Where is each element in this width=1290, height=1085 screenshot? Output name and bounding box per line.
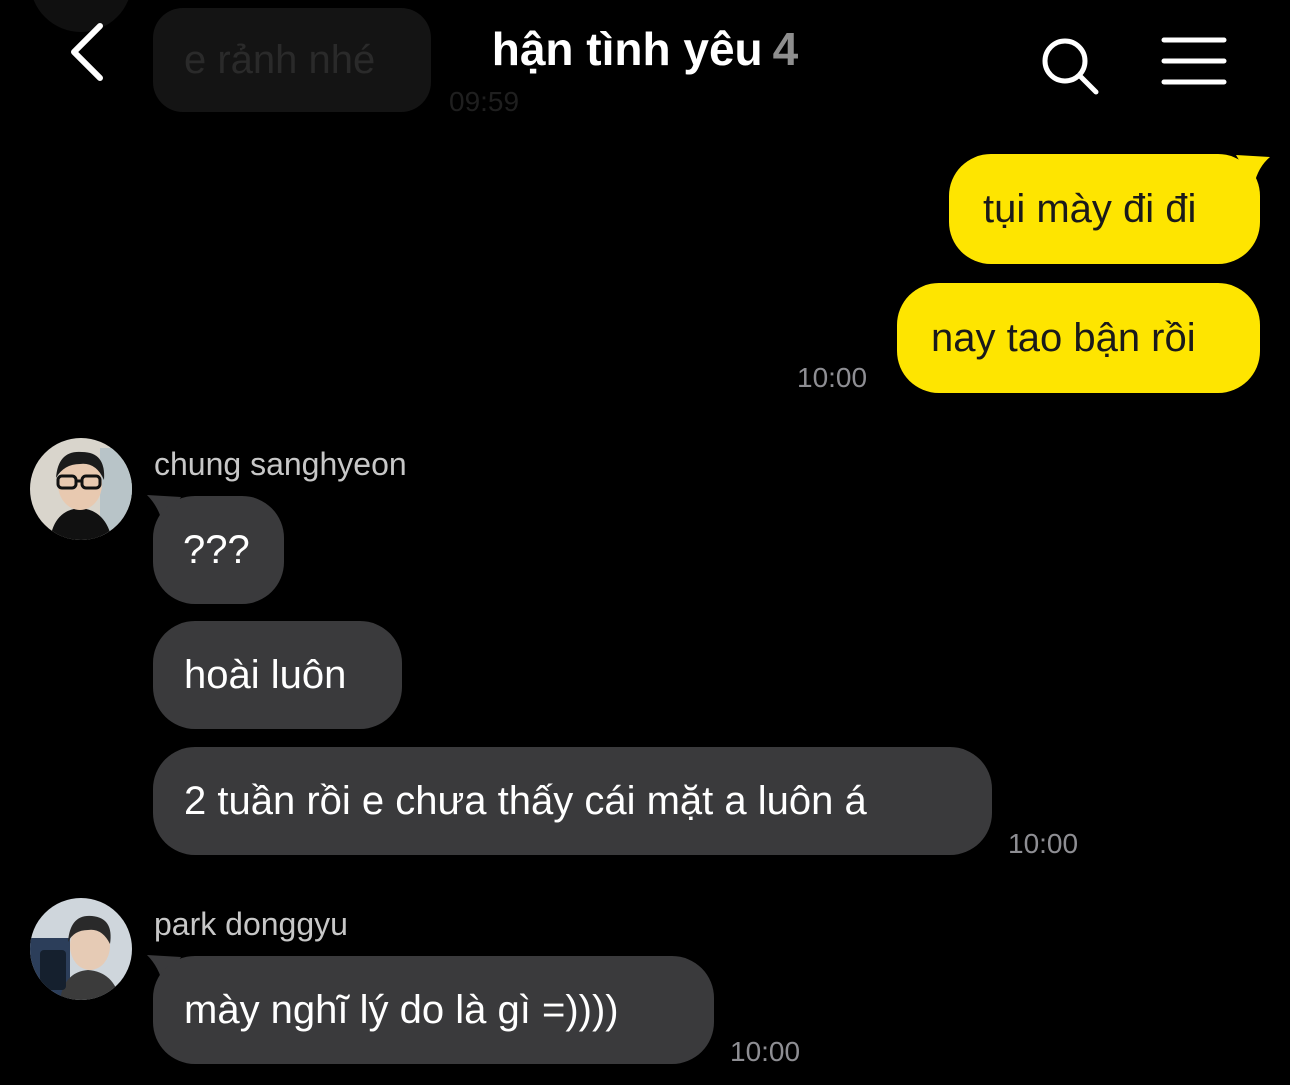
member-count: 4	[772, 23, 799, 75]
sang-message-time: 10:00	[1008, 828, 1079, 859]
sender-name-chung-sanghyeon: chung sanghyeon	[154, 446, 407, 482]
sang-message-2-text: hoài luôn	[184, 653, 347, 697]
park-message-1[interactable]: mày nghĩ lý do là gì =))))	[153, 956, 714, 1064]
chevron-left-icon	[71, 23, 103, 81]
park-message-1-text: mày nghĩ lý do là gì =))))	[184, 988, 619, 1032]
back-button[interactable]	[62, 20, 122, 84]
park-message-time: 10:00	[730, 1036, 801, 1067]
search-button[interactable]	[1038, 34, 1102, 98]
sang-message-3[interactable]: 2 tuần rồi e chưa thấy cái mặt a luôn á	[153, 747, 992, 855]
sang-message-1-text: ???	[183, 528, 250, 572]
my-message-2-text: nay tao bận rồi	[931, 316, 1196, 360]
sender-name-park-donggyu: park donggyu	[154, 906, 348, 942]
hamburger-menu-icon	[1161, 37, 1227, 85]
avatar-park-donggyu[interactable]	[30, 898, 132, 1000]
my-message-time: 10:00	[797, 362, 868, 393]
search-icon	[1042, 38, 1099, 95]
my-message-1[interactable]: tụi mày đi đi	[949, 154, 1260, 264]
sang-message-1[interactable]: ???	[153, 496, 284, 604]
avatar-chung-sanghyeon[interactable]	[30, 438, 132, 540]
previous-message-time: 09:59	[449, 86, 520, 117]
sang-message-2[interactable]: hoài luôn	[153, 621, 402, 729]
chat-title-text: hận tình yêu	[491, 23, 763, 75]
my-message-2[interactable]: nay tao bận rồi	[897, 283, 1260, 393]
my-message-1-text: tụi mày đi đi	[983, 187, 1197, 231]
sang-message-3-text: 2 tuần rồi e chưa thấy cái mặt a luôn á	[184, 779, 867, 823]
profile-photo-icon	[30, 438, 132, 540]
profile-photo-icon	[30, 898, 132, 1000]
chat-title: hận tình yêu 4	[300, 22, 990, 76]
menu-button[interactable]	[1160, 36, 1228, 86]
